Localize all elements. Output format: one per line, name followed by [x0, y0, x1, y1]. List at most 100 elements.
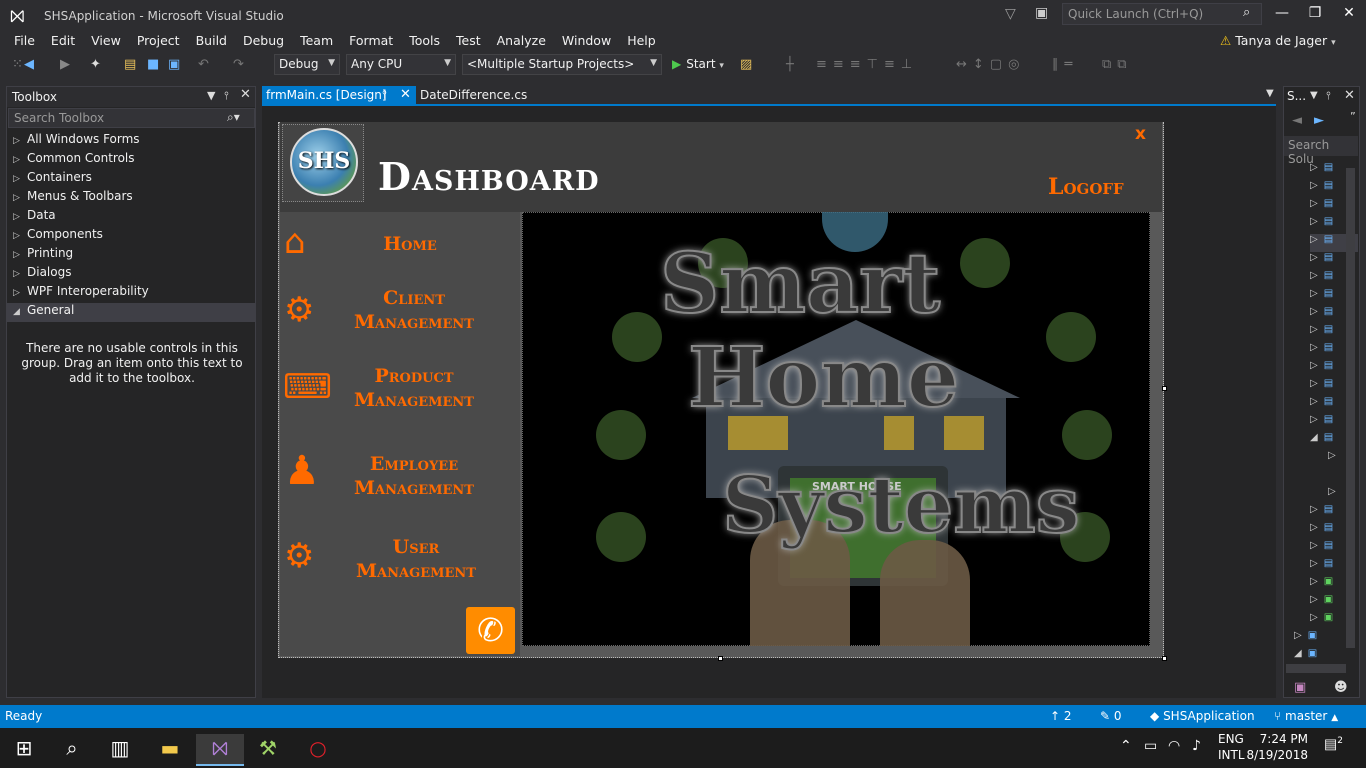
menu-edit[interactable]: Edit	[43, 32, 83, 52]
horizontal-scrollbar[interactable]	[1286, 664, 1346, 673]
menu-file[interactable]: File	[6, 32, 43, 52]
search-icon[interactable]: ⌕	[48, 734, 96, 766]
toolbox-group-printing[interactable]: ▷ Printing	[7, 246, 255, 265]
volume-icon[interactable]: ♪	[1192, 738, 1201, 754]
toolbox-group-wpf-interoperability[interactable]: ▷ WPF Interoperability	[7, 284, 255, 303]
menu-project[interactable]: Project	[129, 32, 188, 52]
close-icon[interactable]: ✕	[400, 87, 411, 102]
forward-icon[interactable]: ►	[1314, 113, 1324, 128]
start-button[interactable]: ▶ Start ▾	[672, 57, 724, 71]
menu-analyze[interactable]: Analyze	[489, 32, 554, 52]
notification-filter-icon[interactable]: ▽	[1005, 6, 1016, 22]
close-button[interactable]: ✕	[1334, 5, 1364, 21]
save-all-icon[interactable]: ▣	[168, 57, 180, 72]
pending-changes-status[interactable]: ✎ 0	[1100, 709, 1122, 723]
toolbox-group-dialogs[interactable]: ▷ Dialogs	[7, 265, 255, 284]
tree-node[interactable]: ▷ ▤	[1310, 414, 1333, 432]
tree-node[interactable]: ▷ ▣	[1310, 594, 1333, 612]
visual-studio-taskbar-icon[interactable]: ⨝	[196, 734, 244, 766]
pin-icon[interactable]: ⫯	[224, 89, 229, 103]
tree-node[interactable]: ▷ ▤	[1310, 504, 1333, 522]
search-icon[interactable]: ⌕	[1243, 5, 1250, 20]
branch-status[interactable]: ⑂ master ▲	[1274, 709, 1338, 723]
toolbox-group-all-windows-forms[interactable]: ▷ All Windows Forms	[7, 132, 255, 151]
tree-node-project[interactable]: ▷ ▣	[1294, 630, 1317, 648]
redo-icon[interactable]: ↷	[233, 57, 244, 72]
platform-select[interactable]: Any CPU ▼	[346, 54, 456, 75]
user-gear-icon[interactable]: ⚙	[284, 536, 314, 576]
menu-tools[interactable]: Tools	[401, 32, 448, 52]
product-search-icon[interactable]: ⌨	[283, 367, 332, 407]
file-explorer-icon[interactable]: ▬	[146, 734, 194, 766]
tree-node[interactable]: ▷ ▤	[1310, 558, 1333, 576]
action-center-icon[interactable]: ▤2	[1324, 736, 1343, 753]
tree-node[interactable]: ▷ ▤	[1310, 180, 1333, 198]
menu-help[interactable]: Help	[619, 32, 664, 52]
battery-icon[interactable]: ▭	[1144, 738, 1157, 754]
tree-node[interactable]: ▷ ▤	[1310, 378, 1333, 396]
configuration-select[interactable]: Debug ▼	[274, 54, 340, 75]
gear-icon[interactable]: ⚙	[284, 290, 314, 330]
open-file-icon[interactable]: ▤	[124, 57, 136, 72]
tree-node[interactable]: ▷ ▤	[1310, 540, 1333, 558]
undo-icon[interactable]: ↶	[198, 57, 209, 72]
nav-home-button[interactable]: Home	[330, 232, 490, 256]
toolbox-group-common-controls[interactable]: ▷ Common Controls	[7, 151, 255, 170]
vertical-scrollbar[interactable]	[1346, 168, 1355, 648]
tree-node[interactable]: ▷ ▤	[1310, 522, 1333, 540]
tree-node[interactable]: ▷	[1328, 486, 1336, 504]
phone-button[interactable]: ✆	[466, 607, 515, 654]
menu-build[interactable]: Build	[188, 32, 235, 52]
find-icon[interactable]: ▨	[740, 57, 752, 72]
pin-icon[interactable]: ⫯	[382, 88, 387, 102]
pin-icon[interactable]: ⫯	[1326, 89, 1331, 103]
tree-node[interactable]: ▷ ▤	[1310, 252, 1333, 270]
spacing-tools-icon[interactable]: ↔↕▢◎	[956, 57, 1025, 72]
tree-node[interactable]: ▷ ▤	[1310, 306, 1333, 324]
menu-team[interactable]: Team	[292, 32, 341, 52]
quick-launch-input[interactable]: Quick Launch (Ctrl+Q)	[1062, 3, 1262, 25]
tree-node[interactable]: ▷ ▤	[1310, 396, 1333, 414]
nav-client-management-button[interactable]: Client Management	[334, 286, 494, 334]
navigate-forward-icon[interactable]: ▶	[60, 57, 70, 72]
chevron-down-icon[interactable]: ▼	[1310, 90, 1318, 101]
chevron-up-icon[interactable]: ⌃	[1120, 738, 1132, 754]
toolbox-group-menus-toolbars[interactable]: ▷ Menus & Toolbars	[7, 189, 255, 208]
wifi-icon[interactable]: ◠	[1168, 738, 1180, 754]
clock[interactable]: 7:24 PM 8/19/2018	[1228, 731, 1308, 763]
publish-status[interactable]: ↑ 2	[1050, 709, 1072, 723]
chevron-down-icon[interactable]: ▼	[207, 89, 215, 102]
navigate-back-icon[interactable]: ◀	[24, 57, 34, 72]
logoff-button[interactable]: Logoff	[1048, 174, 1124, 200]
menu-debug[interactable]: Debug	[235, 32, 292, 52]
tree-node[interactable]: ▷ ▣	[1310, 612, 1333, 630]
employee-icon[interactable]: ♟	[284, 448, 320, 494]
tree-node[interactable]: ▷ ▤	[1310, 360, 1333, 378]
tree-node-expanded[interactable]: ◢ ▤	[1310, 432, 1333, 450]
menu-view[interactable]: View	[83, 32, 129, 52]
close-icon[interactable]: ✕	[240, 87, 251, 102]
menu-window[interactable]: Window	[554, 32, 619, 52]
menu-format[interactable]: Format	[341, 32, 401, 52]
maximize-button[interactable]: ❐	[1300, 5, 1330, 21]
user-account[interactable]: ⚠ Tanya de Jager ▾	[1220, 33, 1336, 48]
tree-node[interactable]: ▷ ▤	[1310, 288, 1333, 306]
nav-employee-management-button[interactable]: Employee Management	[334, 452, 494, 500]
tree-node[interactable]: ▷ ▤	[1310, 342, 1333, 360]
form-close-button[interactable]: x	[1135, 124, 1146, 144]
solution-search-input[interactable]: Search Solu	[1284, 136, 1358, 166]
team-explorer-tab-icon[interactable]: ☻	[1334, 680, 1348, 695]
solution-explorer-tab-icon[interactable]: ▣	[1294, 680, 1306, 695]
opera-icon[interactable]: ○	[294, 734, 342, 766]
toolbox-group-general[interactable]: ◢ General	[7, 303, 255, 322]
task-view-icon[interactable]: ▥	[96, 734, 144, 766]
repository-status[interactable]: ◆ SHSApplication	[1150, 709, 1255, 723]
nav-user-management-button[interactable]: User Management	[336, 535, 496, 583]
align-grid-icon[interactable]: ┼	[786, 57, 794, 72]
tree-node[interactable]: ▷ ▤	[1310, 162, 1333, 180]
new-project-icon[interactable]: ✦	[90, 57, 101, 72]
nav-product-management-button[interactable]: Product Management	[334, 364, 494, 412]
toolbox-group-components[interactable]: ▷ Components	[7, 227, 255, 246]
tab-frmmain-design[interactable]: frmMain.cs [Design] ⫯ ✕	[262, 86, 416, 106]
back-icon[interactable]: ◄	[1292, 113, 1302, 128]
